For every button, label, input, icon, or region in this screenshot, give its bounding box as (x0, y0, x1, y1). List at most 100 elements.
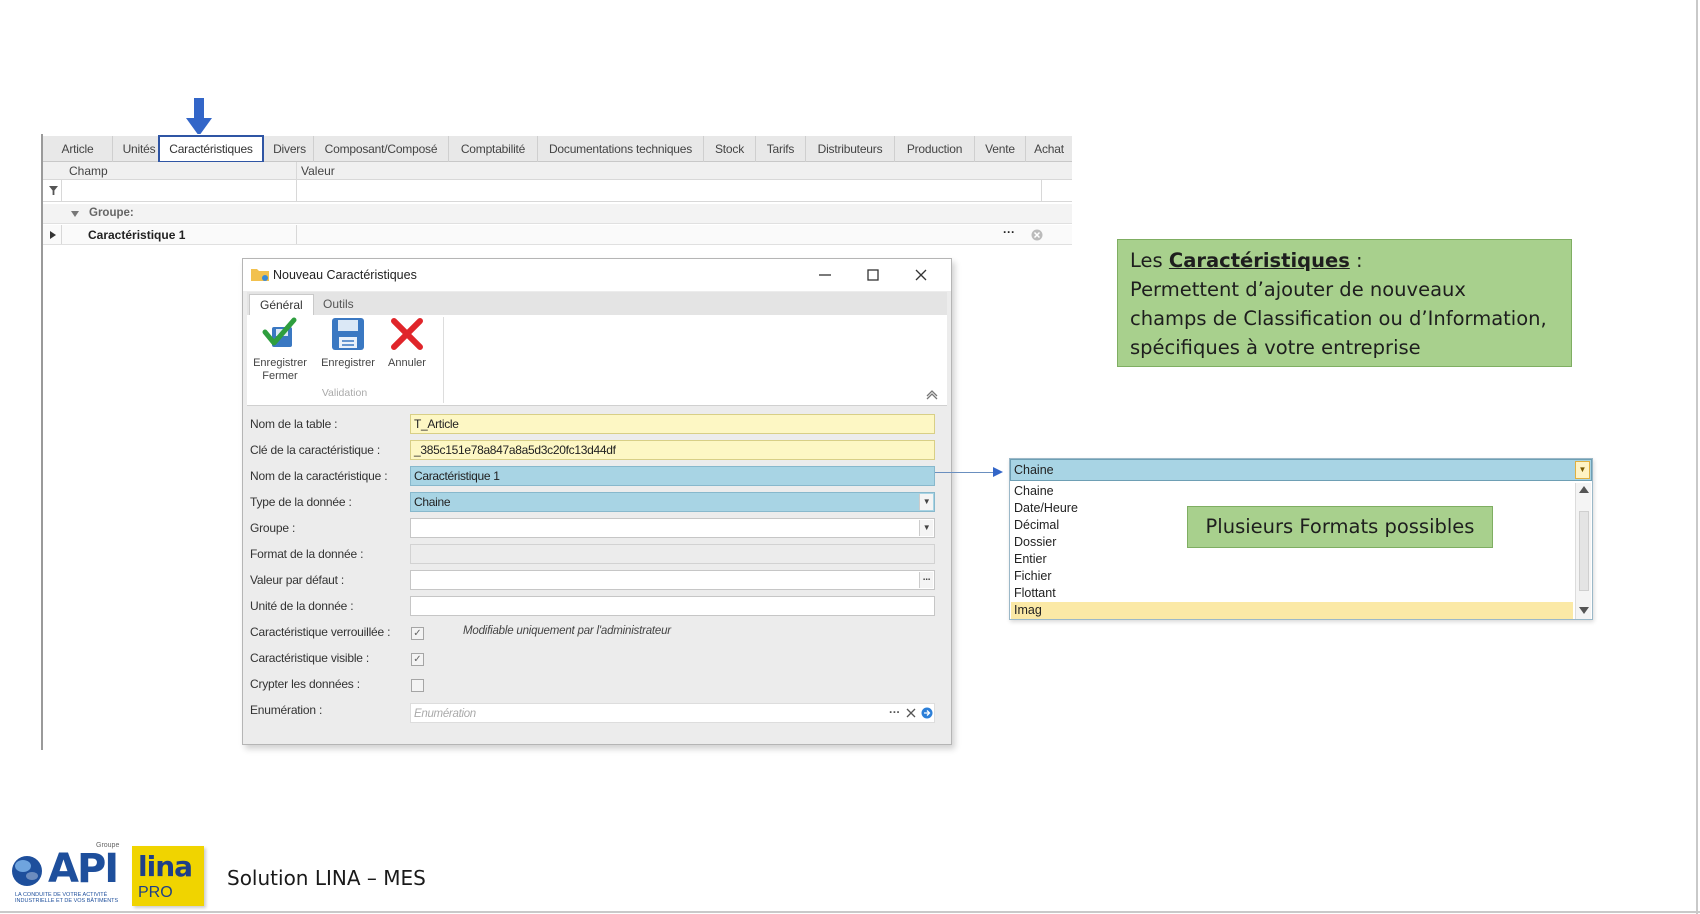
connector-arrow-icon (993, 467, 1003, 477)
scroll-thumb[interactable] (1579, 511, 1589, 591)
group-collapse-icon[interactable] (71, 211, 79, 217)
chevron-down-icon[interactable]: ▼ (919, 494, 933, 510)
table-row[interactable]: Caractéristique 1 ··· (43, 225, 1072, 245)
cancel-label: Annuler (388, 357, 426, 369)
data-format-field (410, 544, 935, 564)
cancel-button[interactable]: Annuler (382, 317, 432, 370)
down-arrow-icon (186, 98, 212, 136)
tab-production[interactable]: Production (895, 136, 975, 162)
api-logo-text: API (48, 846, 119, 892)
tab-documentations[interactable]: Documentations techniques (538, 136, 704, 162)
tab-stock[interactable]: Stock (704, 136, 756, 162)
dropdown-option[interactable]: Date/Heure (1014, 500, 1078, 517)
clear-icon[interactable] (906, 708, 916, 718)
go-icon[interactable] (921, 707, 933, 719)
lina-logo: lina PRO (132, 846, 204, 906)
dropdown-option[interactable]: Dossier (1014, 534, 1056, 551)
chevron-down-icon[interactable]: ▼ (919, 520, 933, 536)
data-type-label: Type de la donnée : (250, 495, 352, 509)
ellipsis-icon[interactable]: ... (919, 572, 933, 588)
tab-vente[interactable]: Vente (975, 136, 1026, 162)
slide-edge (1696, 0, 1698, 914)
encrypt-checkbox[interactable] (411, 679, 424, 692)
callout-caracteristiques: Les Caractéristiques : Permettent d’ajou… (1117, 239, 1572, 367)
clear-icon[interactable] (1031, 229, 1043, 241)
save-close-label-1: Enregistrer (253, 357, 307, 369)
locked-checkbox[interactable]: ✓ (411, 627, 424, 640)
globe-icon (12, 856, 42, 886)
visible-label: Caractéristique visible : (250, 651, 370, 665)
default-value-field[interactable]: ... (410, 570, 935, 590)
dialog-title: Nouveau Caractéristiques (273, 268, 417, 282)
minimize-icon[interactable] (819, 269, 831, 281)
enumeration-label: Enumération : (250, 703, 323, 717)
maximize-icon[interactable] (867, 269, 879, 281)
cancel-icon (391, 318, 423, 350)
row-field-name: Caractéristique 1 (88, 228, 186, 242)
tab-achat[interactable]: Achat (1026, 136, 1072, 162)
dropdown-scrollbar[interactable] (1575, 483, 1591, 619)
callout-keyword: Caractéristiques (1168, 249, 1350, 272)
ellipsis-icon[interactable]: ··· (889, 704, 900, 721)
filter-icon[interactable] (49, 186, 58, 195)
scroll-up-icon[interactable] (1579, 486, 1589, 493)
visible-checkbox[interactable]: ✓ (411, 653, 424, 666)
grid-header: Champ Valeur (43, 162, 1072, 180)
callout-line: Permettent d’ajouter de nouveaux (1130, 278, 1466, 301)
unit-label: Unité de la donnée : (250, 599, 354, 613)
tab-comptabilite[interactable]: Comptabilité (449, 136, 538, 162)
data-format-label: Format de la donnée : (250, 547, 364, 561)
group-label: Groupe: (89, 207, 134, 219)
dropdown-option[interactable]: Chaine (1014, 483, 1054, 500)
footer-title: Solution LINA – MES (227, 866, 426, 890)
dropdown-option[interactable]: Flottant (1014, 585, 1056, 602)
tab-article[interactable]: Article (43, 136, 113, 162)
characteristic-name-field[interactable]: Caractéristique 1 (410, 466, 935, 486)
tab-distributeurs[interactable]: Distributeurs (806, 136, 895, 162)
table-name-label: Nom de la table : (250, 417, 338, 431)
dropdown-option-highlighted[interactable]: Imag (1011, 602, 1573, 619)
enumeration-field[interactable]: Enumération ··· (410, 703, 935, 723)
api-logo-group: Groupe (96, 842, 120, 849)
dropdown-option[interactable]: Décimal (1014, 517, 1059, 534)
dropdown-selected[interactable]: Chaine ▼ (1010, 459, 1592, 481)
data-type-select[interactable]: Chaine ▼ (410, 492, 935, 512)
connector-line (935, 472, 995, 473)
ribbon: Enregistrer Fermer Enregistrer Annuler V… (247, 315, 947, 406)
callout-title: Les Caractéristiques : (1130, 249, 1363, 272)
data-type-value: Chaine (414, 495, 451, 509)
tab-composant[interactable]: Composant/Composé (314, 136, 449, 162)
tab-divers[interactable]: Divers (266, 136, 314, 162)
enumeration-placeholder: Enumération (414, 708, 476, 720)
group-select[interactable]: ▼ (410, 518, 935, 538)
table-name-field[interactable]: T_Article (410, 414, 935, 434)
grid-group-row[interactable]: Groupe: (43, 204, 1072, 224)
save-close-icon (262, 317, 297, 347)
column-header-valeur[interactable]: Valeur (301, 164, 335, 178)
tab-outils[interactable]: Outils (313, 294, 364, 316)
folder-icon (251, 269, 269, 281)
tab-caracteristiques[interactable]: Caractéristiques (158, 135, 264, 163)
column-header-champ[interactable]: Champ (69, 164, 108, 178)
key-field[interactable]: _385c151e78a847a8a5d3c20fc13d44df (410, 440, 935, 460)
ellipsis-icon[interactable]: ··· (1003, 225, 1015, 239)
ribbon-separator (443, 317, 444, 403)
dropdown-option[interactable]: Entier (1014, 551, 1047, 568)
close-icon[interactable] (915, 269, 927, 281)
tab-tarifs[interactable]: Tarifs (756, 136, 806, 162)
ribbon-group-label: Validation (321, 387, 368, 399)
dropdown-option[interactable]: Fichier (1014, 568, 1052, 585)
unit-field[interactable] (410, 596, 935, 616)
grid-filter-row[interactable] (43, 180, 1072, 202)
group-label: Groupe : (250, 521, 296, 535)
save-button[interactable]: Enregistrer (318, 317, 378, 370)
tab-general[interactable]: Général (249, 294, 314, 316)
scroll-down-icon[interactable] (1579, 607, 1589, 614)
save-close-button[interactable]: Enregistrer Fermer (251, 317, 309, 383)
collapse-ribbon-icon[interactable] (926, 390, 938, 400)
row-expand-icon[interactable] (50, 231, 56, 239)
chevron-down-icon[interactable]: ▼ (1575, 461, 1590, 479)
api-logo: API Groupe LA CONDUITE DE VOTRE ACTIVITÉ… (10, 842, 120, 906)
callout-line: spécifiques à votre entreprise (1130, 336, 1421, 359)
default-value-label: Valeur par défaut : (250, 573, 345, 587)
